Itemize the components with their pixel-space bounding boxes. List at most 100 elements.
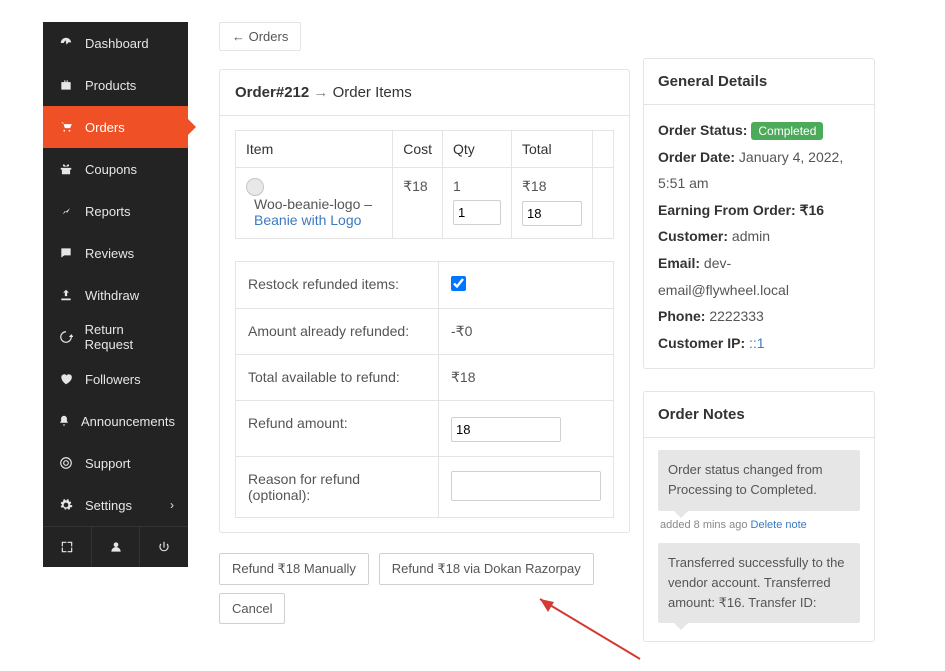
refund-reason-input[interactable] <box>451 471 601 501</box>
chart-icon <box>57 204 75 218</box>
sidebar-item-label: Support <box>85 456 131 471</box>
product-thumb-icon <box>246 178 264 196</box>
heart-icon <box>57 372 75 386</box>
note-text: Order status changed from Processing to … <box>658 450 860 510</box>
col-actions <box>593 131 614 168</box>
already-refunded-label: Amount already refunded: <box>236 309 439 355</box>
note-text: Transferred successfully to the vendor a… <box>658 543 860 623</box>
sidebar-item-followers[interactable]: Followers <box>43 358 188 400</box>
cancel-button[interactable]: Cancel <box>219 593 285 624</box>
order-panel-header: Order#212 → Order Items <box>220 70 629 115</box>
general-details-title: General Details <box>644 59 874 105</box>
back-to-orders-link[interactable]: ← Orders <box>219 22 301 51</box>
sidebar-item-label: Withdraw <box>85 288 139 303</box>
buoy-icon <box>57 456 75 470</box>
chevron-right-icon: › <box>170 498 174 512</box>
sidebar-item-label: Announcements <box>81 414 175 429</box>
sidebar-item-reviews[interactable]: Reviews <box>43 232 188 274</box>
sidebar-item-announcements[interactable]: Announcements <box>43 400 188 442</box>
refund-manually-button[interactable]: Refund ₹18 Manually <box>219 553 369 585</box>
item-cost: ₹18 <box>393 168 443 239</box>
product-prefix: Woo-beanie-logo – <box>254 196 372 212</box>
customer-value: admin <box>732 228 770 244</box>
phone-value: 2222333 <box>709 308 764 324</box>
refund-reason-cell <box>439 457 614 518</box>
sidebar-item-label: Coupons <box>85 162 137 177</box>
note-timestamp: added 8 mins ago <box>660 519 751 531</box>
items-table: Item Cost Qty Total Woo-beanie-logo – Be… <box>235 130 614 239</box>
return-icon <box>57 330 75 344</box>
item-qty-input[interactable] <box>453 200 501 225</box>
sidebar-item-label: Reviews <box>85 246 134 261</box>
note-item: Transferred successfully to the vendor a… <box>658 543 860 623</box>
arrow-separator: → <box>313 84 328 101</box>
order-notes-panel: Order Notes Order status changed from Pr… <box>643 391 875 642</box>
product-link[interactable]: Beanie with Logo <box>254 212 361 228</box>
status-badge: Completed <box>751 122 823 140</box>
general-details-panel: General Details Order Status: Completed … <box>643 58 875 369</box>
earning-value: ₹16 <box>800 202 824 218</box>
power-button[interactable] <box>140 527 188 567</box>
item-total-input[interactable] <box>522 201 582 226</box>
customer-label: Customer: <box>658 228 728 244</box>
already-refunded-value: -₹0 <box>439 309 614 355</box>
bell-icon <box>57 414 71 428</box>
delete-note-link[interactable]: Delete note <box>751 519 807 531</box>
sidebar-item-label: Reports <box>85 204 131 219</box>
col-item: Item <box>236 131 393 168</box>
item-total-cell: ₹18 <box>512 168 593 239</box>
refund-razorpay-button[interactable]: Refund ₹18 via Dokan Razorpay <box>379 553 594 585</box>
phone-label: Phone: <box>658 308 705 324</box>
gear-icon <box>57 498 75 512</box>
earning-label: Earning From Order: <box>658 202 796 218</box>
right-column: General Details Order Status: Completed … <box>643 58 875 664</box>
sidebar-item-settings[interactable]: Settings › <box>43 484 188 526</box>
order-number: Order#212 <box>235 84 309 101</box>
restock-value-cell <box>439 262 614 309</box>
refund-reason-label: Reason for refund (optional): <box>236 457 439 518</box>
order-status-label: Order Status: <box>658 122 747 138</box>
col-total: Total <box>512 131 593 168</box>
sidebar-item-label: Return Request <box>85 322 174 352</box>
sidebar-item-dashboard[interactable]: Dashboard <box>43 22 188 64</box>
comment-icon <box>57 246 75 260</box>
sidebar-item-withdraw[interactable]: Withdraw <box>43 274 188 316</box>
main-content: ← Orders Order#212 → Order Items Item Co… <box>219 22 630 632</box>
email-label: Email: <box>658 255 700 271</box>
refund-amount-label: Refund amount: <box>236 401 439 457</box>
item-product-cell: Woo-beanie-logo – Beanie with Logo <box>236 168 393 239</box>
general-details-body: Order Status: Completed Order Date: Janu… <box>644 105 874 368</box>
ip-value[interactable]: ::1 <box>749 335 765 351</box>
sidebar-bottom <box>43 526 188 567</box>
order-date-label: Order Date: <box>658 149 735 165</box>
order-notes-title: Order Notes <box>644 392 874 438</box>
sidebar-item-label: Settings <box>85 498 132 513</box>
order-section-title: Order Items <box>333 84 412 101</box>
button-row: Refund ₹18 Manually Refund ₹18 via Dokan… <box>219 553 630 632</box>
refund-table: Restock refunded items: Amount already r… <box>235 261 614 518</box>
sidebar-item-orders[interactable]: Orders <box>43 106 188 148</box>
note-meta: added 8 mins ago Delete note <box>658 511 860 535</box>
sidebar-item-reports[interactable]: Reports <box>43 190 188 232</box>
sidebar-item-label: Dashboard <box>85 36 149 51</box>
sidebar-item-return-request[interactable]: Return Request <box>43 316 188 358</box>
sidebar-item-products[interactable]: Products <box>43 64 188 106</box>
refund-amount-cell <box>439 401 614 457</box>
available-refund-value: ₹18 <box>439 355 614 401</box>
gauge-icon <box>57 36 75 50</box>
sidebar-item-label: Followers <box>85 372 141 387</box>
available-refund-label: Total available to refund: <box>236 355 439 401</box>
note-item: Order status changed from Processing to … <box>658 450 860 534</box>
item-qty-cell: 1 <box>443 168 512 239</box>
order-panel: Order#212 → Order Items Item Cost Qty To… <box>219 69 630 533</box>
sidebar-item-label: Products <box>85 78 136 93</box>
sidebar-item-support[interactable]: Support <box>43 442 188 484</box>
external-link-button[interactable] <box>43 527 92 567</box>
sidebar: Dashboard Products Orders Coupons Report… <box>43 22 188 567</box>
restock-checkbox[interactable] <box>451 276 466 291</box>
sidebar-item-label: Orders <box>85 120 125 135</box>
user-button[interactable] <box>92 527 141 567</box>
refund-amount-input[interactable] <box>451 417 561 442</box>
sidebar-item-coupons[interactable]: Coupons <box>43 148 188 190</box>
briefcase-icon <box>57 78 75 92</box>
